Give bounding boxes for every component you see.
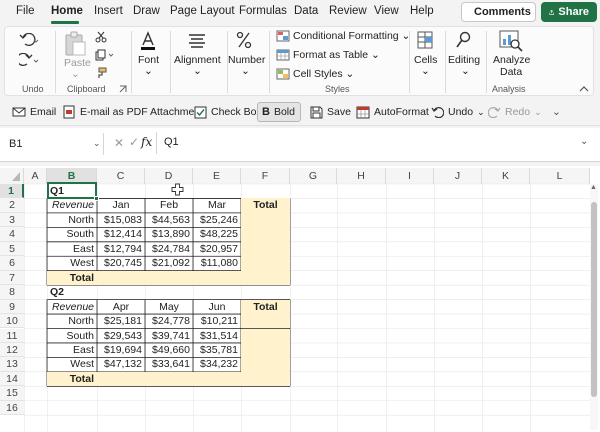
region-label[interactable]: North [47,314,97,328]
region-label[interactable]: South [47,227,97,241]
table-header-cell[interactable]: Revenue [47,198,97,212]
value-cell[interactable]: $24,778 [145,314,193,328]
region-label[interactable]: East [47,242,97,256]
cell-cursor-icon [171,183,184,196]
region-label[interactable]: West [47,256,97,270]
table-header-cell[interactable]: Mar [193,198,241,212]
value-cell[interactable]: $10,211 [193,314,241,328]
region-label[interactable]: West [47,357,97,371]
table-header-cell[interactable]: Total [241,198,290,213]
value-cell[interactable]: $25,246 [193,213,241,227]
total-cell[interactable] [241,314,290,329]
value-cell[interactable]: $33,641 [145,357,193,371]
value-cell[interactable]: $29,543 [97,329,145,343]
total-cell[interactable] [241,371,290,387]
value-cell[interactable]: $12,794 [97,242,145,256]
scroll-up-icon[interactable]: ▲ [590,184,597,191]
total-label[interactable]: Total [47,371,97,387]
value-cell[interactable]: $35,781 [193,343,241,357]
value-cell[interactable]: $13,890 [145,227,193,241]
vertical-scrollbar[interactable]: ▲ [590,184,598,430]
value-cell[interactable]: $15,083 [97,213,145,227]
value-cell[interactable]: $31,514 [193,329,241,343]
total-cell[interactable] [241,270,290,286]
total-cell[interactable] [241,227,290,242]
total-cell[interactable] [97,270,145,286]
total-cell[interactable] [241,328,290,343]
scrollbar-thumb[interactable] [591,202,597,397]
total-label[interactable]: Total [47,270,97,286]
total-cell[interactable] [241,342,290,358]
region-label[interactable]: North [47,213,97,227]
table-title[interactable]: Q2 [47,285,97,299]
total-cell[interactable] [241,357,290,372]
value-cell[interactable]: $20,745 [97,256,145,270]
value-cell[interactable]: $39,741 [145,329,193,343]
value-cell[interactable]: $12,414 [97,227,145,241]
total-cell[interactable] [145,270,193,286]
table-header-cell[interactable]: Revenue [47,300,97,314]
region-label[interactable]: South [47,329,97,343]
value-cell[interactable]: $20,957 [193,242,241,256]
table-header-cell[interactable]: Total [241,299,290,314]
value-cell[interactable]: $47,132 [97,357,145,371]
total-cell[interactable] [193,371,241,387]
table-header-cell[interactable]: Feb [145,198,193,212]
total-cell[interactable] [241,212,290,228]
table-header-cell[interactable]: Apr [97,300,145,314]
value-cell[interactable]: $19,694 [97,343,145,357]
total-cell[interactable] [97,371,145,387]
active-cell-outline [47,182,97,199]
total-cell[interactable] [193,270,241,286]
table-header-cell[interactable]: Jun [193,300,241,314]
total-cell[interactable] [145,371,193,387]
table-header-cell[interactable]: Jan [97,198,145,212]
value-cell[interactable]: $21,092 [145,256,193,270]
value-cell[interactable]: $34,232 [193,357,241,371]
value-cell[interactable]: $44,563 [145,213,193,227]
value-cell[interactable]: $24,784 [145,242,193,256]
value-cell[interactable]: $11,080 [193,256,241,270]
total-cell[interactable] [241,256,290,271]
value-cell[interactable]: $25,181 [97,314,145,328]
total-cell[interactable] [241,241,290,257]
region-label[interactable]: East [47,343,97,357]
fill-handle[interactable] [94,196,99,201]
value-cell[interactable]: $48,225 [193,227,241,241]
table-header-cell[interactable]: May [145,300,193,314]
value-cell[interactable]: $49,660 [145,343,193,357]
